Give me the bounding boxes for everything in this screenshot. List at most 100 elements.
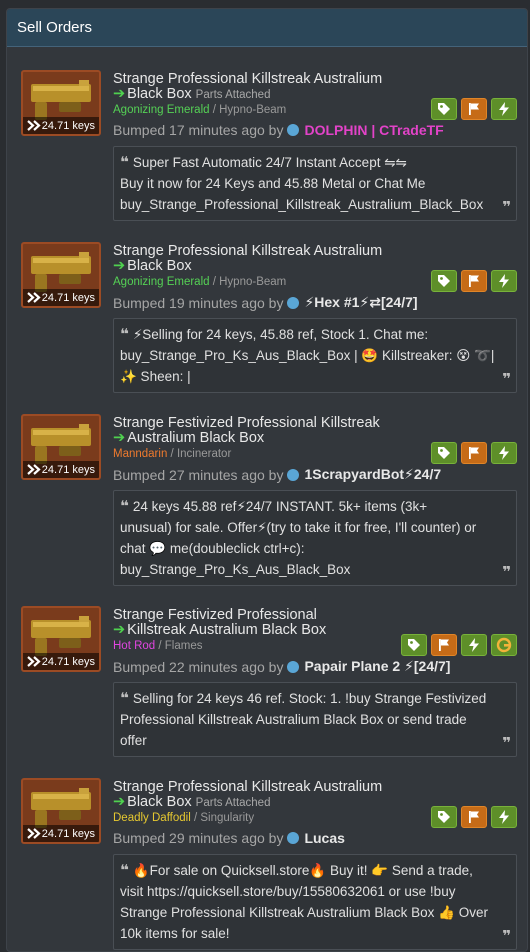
attr-separator: / <box>190 812 201 824</box>
trade-message: ❝ Super Fast Automatic 24/7 Instant Accep… <box>113 146 517 221</box>
order-actions <box>431 270 517 292</box>
seller-name[interactable]: DOLPHIN | CTradeTF <box>304 122 443 138</box>
bumped-info: Bumped 19 minutes ago by ⚡Hex #1⚡⇄[24/7] <box>113 294 418 311</box>
seller-name[interactable]: Lucas <box>304 830 344 846</box>
instant-trade-button[interactable] <box>491 806 517 828</box>
bumped-text: Bumped 29 minutes ago by <box>113 830 284 846</box>
price-label: 24.71 keys <box>41 291 95 304</box>
killstreaker-name: Singularity <box>200 812 255 824</box>
killstreaker-name: Hypno-Beam <box>219 104 287 116</box>
item-name-line2: Killstreak Australium Black Box <box>127 622 327 638</box>
lightning-icon <box>499 810 509 824</box>
sheen-name: Deadly Daffodil <box>113 812 191 824</box>
message-text: Buy it now for 24 Keys and 45.88 Metal o… <box>120 176 426 191</box>
price-tag: 24.71 keys <box>23 289 99 306</box>
message-line: visit https://quicksell.store/buy/155806… <box>120 881 510 902</box>
item-thumbnail[interactable]: 24.71 keys <box>21 242 101 308</box>
item-title[interactable]: Strange Professional Killstreak Australi… <box>113 780 423 811</box>
report-button[interactable] <box>461 806 487 828</box>
message-text: buy_Strange_Pro_Ks_Aus_Black_Box | 🤩 Kil… <box>120 348 495 363</box>
lightning-icon <box>499 102 509 116</box>
tag-button[interactable] <box>431 98 457 120</box>
quote-close-icon: ❞ <box>502 371 511 388</box>
price-label: 24.71 keys <box>41 827 95 840</box>
trade-message-body: ❝ 24 keys 45.88 ref⚡24/7 INSTANT. 5k+ ite… <box>120 496 510 580</box>
item-title[interactable]: Strange Festivized Professional Killstre… <box>113 416 423 447</box>
tag-button[interactable] <box>431 442 457 464</box>
attr-separator: / <box>209 104 220 116</box>
report-button[interactable] <box>431 634 457 656</box>
sell-order-row: 24.71 keys Strange Professional Killstre… <box>7 58 527 230</box>
item-title[interactable]: Strange Professional Killstreak Australi… <box>113 244 423 275</box>
bumped-text: Bumped 27 minutes ago by <box>113 466 284 483</box>
price-tag: 24.71 keys <box>23 653 99 670</box>
online-status-icon <box>287 832 300 844</box>
sell-order-row: 24.71 keys Strange Professional Killstre… <box>7 766 527 950</box>
item-thumbnail[interactable]: 24.71 keys <box>21 778 101 844</box>
item-title[interactable]: Strange Professional Killstreak Australi… <box>113 72 423 103</box>
item-subtitle: Parts Attached <box>195 89 271 101</box>
online-status-icon <box>287 124 300 136</box>
killstreaker-name: Hypno-Beam <box>219 276 287 288</box>
gladiator-button[interactable] <box>491 634 517 656</box>
panel-title: Sell Orders <box>17 19 93 36</box>
report-button[interactable] <box>461 442 487 464</box>
item-title[interactable]: Strange Festivized Professional ➔ Killstr… <box>113 608 423 639</box>
trade-message-body: ❝ Super Fast Automatic 24/7 Instant Accep… <box>120 152 510 215</box>
bumped-text: Bumped 19 minutes ago by <box>113 294 284 311</box>
seller-name[interactable]: 1ScrapyardBot⚡24/7 <box>304 466 441 483</box>
sell-order-row: 24.71 keys Strange Professional Killstre… <box>7 230 527 402</box>
item-thumbnail[interactable]: 24.71 keys <box>21 70 101 136</box>
message-line: ✨ Sheen: | <box>120 366 510 387</box>
arrow-right-icon: ➔ <box>113 622 126 638</box>
item-name-line1: Strange Professional Killstreak Australi… <box>113 71 383 87</box>
item-thumbnail[interactable]: 24.71 keys <box>21 606 101 672</box>
item-name-line2: Black Box <box>127 86 192 102</box>
attr-separator: / <box>155 640 165 652</box>
bumped-info: Bumped 29 minutes ago by Lucas <box>113 830 345 846</box>
message-text: buy_Strange_Professional_Killstreak_Aust… <box>120 197 484 212</box>
quote-open-icon: ❝ <box>120 690 129 707</box>
double-chevron-icon <box>27 464 41 475</box>
order-actions <box>431 806 517 828</box>
instant-trade-button[interactable] <box>491 442 517 464</box>
message-text: Super Fast Automatic 24/7 Instant Accept… <box>132 155 407 170</box>
bumped-text: Bumped 17 minutes ago by <box>113 122 284 138</box>
report-button[interactable] <box>461 270 487 292</box>
lightning-icon <box>499 274 509 288</box>
message-text: 🔥For sale on Quicksell.store🔥 Buy it! 👉 … <box>132 863 473 878</box>
trade-message: ❝ 24 keys 45.88 ref⚡24/7 INSTANT. 5k+ ite… <box>113 490 517 586</box>
price-tag: 24.71 keys <box>23 461 99 478</box>
tag-icon <box>438 275 450 287</box>
message-line: 10k items for sale! <box>120 923 510 944</box>
bumped-info: Bumped 17 minutes ago by DOLPHIN | CTrad… <box>113 122 444 138</box>
item-thumbnail[interactable]: 24.71 keys <box>21 414 101 480</box>
online-status-icon <box>287 660 300 673</box>
message-line: buy_Strange_Pro_Ks_Aus_Black_Box <box>120 559 510 580</box>
quote-open-icon: ❝ <box>120 862 129 879</box>
tag-button[interactable] <box>431 270 457 292</box>
price-label: 24.71 keys <box>41 463 95 476</box>
message-text: Professional Killstreak Australium Black… <box>120 712 467 727</box>
quote-close-icon: ❞ <box>502 735 511 752</box>
tag-icon <box>438 103 450 115</box>
item-attributes: Deadly Daffodil / Singularity <box>113 812 254 824</box>
tag-button[interactable] <box>431 806 457 828</box>
tag-button[interactable] <box>401 634 427 656</box>
item-name-line2: Australium Black Box <box>127 430 265 446</box>
message-text: visit https://quicksell.store/buy/155806… <box>120 884 456 899</box>
instant-trade-button[interactable] <box>461 634 487 656</box>
item-name-line1: Strange Professional Killstreak Australi… <box>113 779 383 795</box>
report-button[interactable] <box>461 98 487 120</box>
item-subtitle: Parts Attached <box>195 797 271 809</box>
seller-name[interactable]: ⚡Hex #1⚡⇄[24/7] <box>304 294 417 311</box>
seller-name[interactable]: Papair Plane 2 ⚡[24/7] <box>304 658 450 675</box>
quote-close-icon: ❞ <box>502 199 511 216</box>
instant-trade-button[interactable] <box>491 98 517 120</box>
instant-trade-button[interactable] <box>491 270 517 292</box>
item-attributes: Agonizing Emerald / Hypno-Beam <box>113 104 286 116</box>
lightning-icon <box>499 446 509 460</box>
sheen-name: Manndarin <box>113 448 168 460</box>
quote-close-icon: ❞ <box>502 928 511 945</box>
price-label: 24.71 keys <box>41 119 95 132</box>
